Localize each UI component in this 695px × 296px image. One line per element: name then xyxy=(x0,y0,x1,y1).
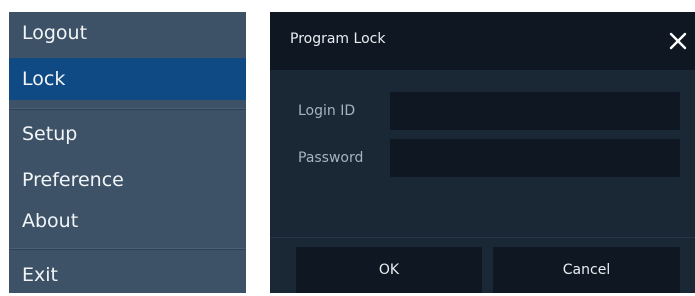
menu-item-preference[interactable]: Preference xyxy=(9,159,246,201)
menu-item-setup[interactable]: Setup xyxy=(9,113,246,155)
menu-item-about[interactable]: About xyxy=(9,200,246,242)
menu-item-logout[interactable]: Logout xyxy=(9,12,246,54)
dialog-divider xyxy=(270,237,695,238)
password-label: Password xyxy=(298,150,364,166)
password-input[interactable] xyxy=(390,139,680,177)
login-id-input[interactable] xyxy=(390,92,680,130)
context-menu: Logout Lock Setup Preference About Exit xyxy=(9,12,246,293)
program-lock-dialog: Program Lock Login ID Password OK Cancel xyxy=(270,12,695,293)
menu-separator xyxy=(9,248,246,250)
ok-button[interactable]: OK xyxy=(296,247,482,293)
dialog-header: Program Lock xyxy=(270,12,695,70)
close-icon xyxy=(669,32,687,50)
login-id-label: Login ID xyxy=(298,103,356,119)
dialog-title: Program Lock xyxy=(290,31,386,47)
cancel-button[interactable]: Cancel xyxy=(493,247,680,293)
menu-item-lock[interactable]: Lock xyxy=(9,58,246,100)
menu-item-exit[interactable]: Exit xyxy=(9,254,246,296)
menu-separator xyxy=(9,108,246,110)
close-button[interactable] xyxy=(662,24,692,56)
